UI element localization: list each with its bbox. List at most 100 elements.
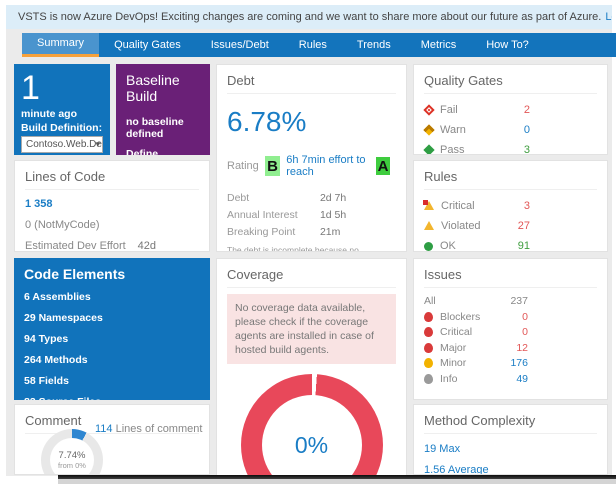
rules-card: Rules Critical3 Violated27 OK91 (413, 160, 608, 252)
comment-lines-label: Lines of comment (116, 423, 203, 435)
complexity-average-link[interactable]: 1.56 Average (424, 464, 597, 475)
coverage-donut: 0% (241, 374, 383, 476)
gate-label: Pass (440, 144, 464, 155)
minor-issue-icon (424, 358, 433, 368)
issue-label: Major (440, 342, 466, 354)
issue-value[interactable]: 0 (494, 310, 528, 326)
banner-text: VSTS is now Azure DevOps! Exciting chang… (18, 11, 601, 23)
gate-value[interactable]: 0 (496, 120, 530, 140)
issue-row: Major 12 (424, 341, 597, 357)
target-rating-badge[interactable]: A (376, 157, 390, 175)
issue-value[interactable]: 176 (494, 356, 528, 372)
current-rating-badge[interactable]: B (265, 156, 280, 176)
rule-label: Critical (441, 200, 475, 212)
build-definition-select[interactable]: Contoso.Web.Dev.CI▾ (21, 136, 103, 153)
loc-notmycode: 0 (NotMyCode) (25, 219, 199, 231)
issue-value[interactable]: 12 (494, 341, 528, 357)
debt-percent: 6.78% (227, 106, 396, 138)
debt-row-value: 2d 7h (320, 190, 346, 207)
comment-lines-value[interactable]: 114 (95, 423, 113, 435)
effort-to-reach-link[interactable]: 6h 7min effort to reach (286, 154, 371, 178)
critical-issue-icon (424, 327, 433, 337)
rules-title: Rules (424, 169, 597, 190)
critical-rule-icon (424, 201, 434, 210)
coverage-alert: No coverage data available, please check… (227, 294, 396, 364)
tab-summary[interactable]: Summary (22, 33, 99, 57)
issue-row: Critical0 (424, 325, 597, 341)
learn-more-link[interactable]: Learn more (605, 11, 612, 23)
build-definition-label: Build Definition: (21, 122, 103, 134)
baseline-title: Baseline Build (126, 72, 200, 104)
issue-row: Blockers0 (424, 310, 597, 326)
tab-metrics[interactable]: Metrics (406, 33, 471, 57)
build-number: 1 (21, 70, 103, 106)
rule-value[interactable]: 3 (496, 196, 530, 216)
code-elements-source-files[interactable]: 83 Source Files (24, 396, 200, 400)
rule-value[interactable]: 27 (496, 216, 530, 236)
tab-trends[interactable]: Trends (342, 33, 406, 57)
debt-row: Annual Interest1d 5h (227, 207, 396, 224)
quality-gates-title: Quality Gates (424, 73, 597, 94)
debt-table: Debt2d 7h Annual Interest1d 5h Breaking … (227, 190, 396, 241)
rule-label: OK (440, 240, 456, 252)
rule-row: Critical 3 (424, 196, 597, 216)
loc-effort-value: 42d (138, 240, 156, 252)
comment-donut-hole: 7.74% from 0% (50, 438, 94, 475)
announcement-banner: VSTS is now Azure DevOps! Exciting chang… (6, 5, 612, 29)
quality-gate-row: Fail 2 (424, 100, 597, 120)
tab-quality-gates[interactable]: Quality Gates (99, 33, 196, 57)
debt-card: Debt 6.78% Rating B 6h 7min effort to re… (216, 64, 407, 252)
code-elements-namespaces[interactable]: 29 Namespaces (24, 312, 200, 324)
code-elements-card: Code Elements 6 Assemblies 29 Namespaces… (14, 258, 210, 400)
debt-row-value: 21m (320, 224, 340, 241)
define-baseline-link[interactable]: Define baseline (126, 148, 200, 155)
debt-row-label: Debt (227, 192, 249, 204)
loc-total-link[interactable]: 1 358 (25, 198, 199, 210)
issues-all-label: All (424, 295, 436, 307)
coverage-percent: 0% (295, 432, 328, 459)
ok-rule-icon (424, 242, 433, 251)
debt-row: Debt 2d 7h (227, 190, 396, 207)
warn-diamond-icon (423, 124, 434, 135)
baseline-status: no baseline defined (126, 116, 200, 140)
gate-label: Fail (440, 104, 458, 116)
comment-from: from 0% (58, 461, 86, 470)
gate-label: Warn (440, 124, 466, 136)
issue-value[interactable]: 49 (494, 372, 528, 388)
issue-row: Minor 176 (424, 356, 597, 372)
major-issue-icon (424, 343, 433, 353)
baseline-card: Baseline Build no baseline defined Defin… (116, 64, 210, 155)
gate-value[interactable]: 3 (496, 140, 530, 155)
tab-rules[interactable]: Rules (284, 33, 342, 57)
comment-percent: 7.74% (59, 450, 86, 461)
issue-label: Minor (440, 357, 466, 369)
rule-value[interactable]: 91 (496, 236, 530, 252)
method-complexity-card: Method Complexity 19 Max 1.56 Average (413, 404, 608, 475)
issues-all-value[interactable]: 237 (494, 294, 528, 310)
code-elements-assemblies[interactable]: 6 Assemblies (24, 291, 200, 303)
rule-row: OK 91 (424, 236, 597, 252)
gate-value[interactable]: 2 (496, 100, 530, 120)
violated-rule-icon (424, 221, 434, 230)
info-issue-icon (424, 374, 433, 384)
complexity-max-link[interactable]: 19 Max (424, 443, 597, 455)
lines-of-code-card: Lines of Code 1 358 0 (NotMyCode) Estima… (14, 160, 210, 252)
code-elements-types[interactable]: 94 Types (24, 333, 200, 345)
quality-gate-row: Warn 0 (424, 120, 597, 140)
tab-issues-debt[interactable]: Issues/Debt (196, 33, 284, 57)
tab-bar: Summary Quality Gates Issues/Debt Rules … (22, 33, 616, 57)
issue-row: Info49 (424, 372, 597, 388)
code-elements-methods[interactable]: 264 Methods (24, 354, 200, 366)
issues-title: Issues (424, 267, 597, 288)
tab-how-to[interactable]: How To? (471, 33, 544, 57)
issues-card: Issues All 237 Blockers0 Critical0 Major 1… (413, 258, 608, 400)
dropdown-caret-icon: ▾ (95, 137, 100, 152)
code-elements-fields[interactable]: 58 Fields (24, 375, 200, 387)
window-bottom-shadow (58, 479, 616, 484)
coverage-title: Coverage (227, 267, 396, 288)
fail-diamond-icon (423, 104, 434, 115)
issue-value[interactable]: 0 (494, 325, 528, 341)
issues-all-row: All 237 (424, 294, 597, 310)
pass-diamond-icon (423, 144, 434, 155)
quality-gate-row: Pass 3 (424, 140, 597, 155)
